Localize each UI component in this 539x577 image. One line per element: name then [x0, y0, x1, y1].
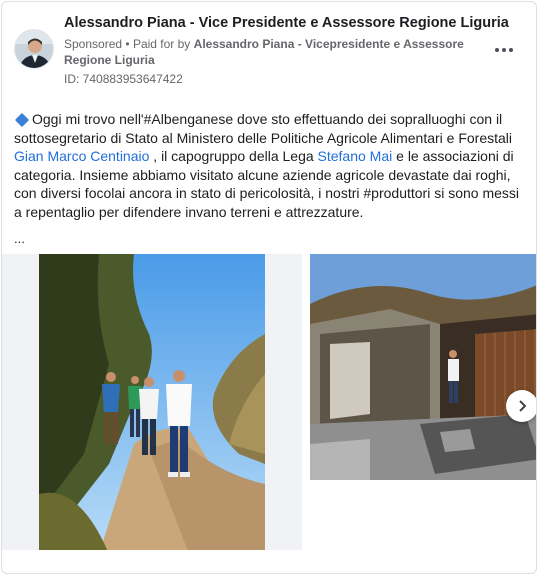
ad-post-card: Alessandro Piana - Vice Presidente e Ass… — [1, 1, 537, 574]
page-avatar[interactable] — [14, 29, 54, 69]
blue-diamond-icon — [14, 112, 30, 127]
sponsored-info: Sponsored • Paid for by Alessandro Piana… — [64, 37, 464, 67]
mention-stefano-mai[interactable]: Stefano Mai — [318, 148, 393, 164]
see-more-ellipsis[interactable]: ... — [14, 231, 25, 246]
page-name-link[interactable]: Alessandro Piana - Vice Presidente e Ass… — [64, 15, 509, 31]
funder-name: Alessandro Piana - Vicepresidente e Asse… — [64, 37, 464, 67]
more-options-icon[interactable] — [492, 40, 516, 60]
carousel-photo-2[interactable] — [310, 254, 536, 480]
chevron-right-icon[interactable] — [506, 390, 536, 422]
mention-gian-marco-centinaio[interactable]: Gian Marco Centinaio — [14, 148, 149, 164]
post-text-part1: Oggi mi trovo nell'#Albenganese dove sto… — [14, 111, 513, 146]
post-text-part2: , il capogruppo della Lega — [153, 148, 314, 165]
ad-id: ID: 740883953647422 — [64, 72, 183, 86]
carousel-photo-1[interactable] — [2, 254, 302, 550]
post-body: Oggi mi trovo nell'#Albenganese dove sto… — [14, 110, 520, 222]
sponsored-label: Sponsored — [64, 37, 123, 51]
paid-for-label: Paid for by — [132, 37, 191, 51]
photo-carousel — [2, 254, 536, 554]
